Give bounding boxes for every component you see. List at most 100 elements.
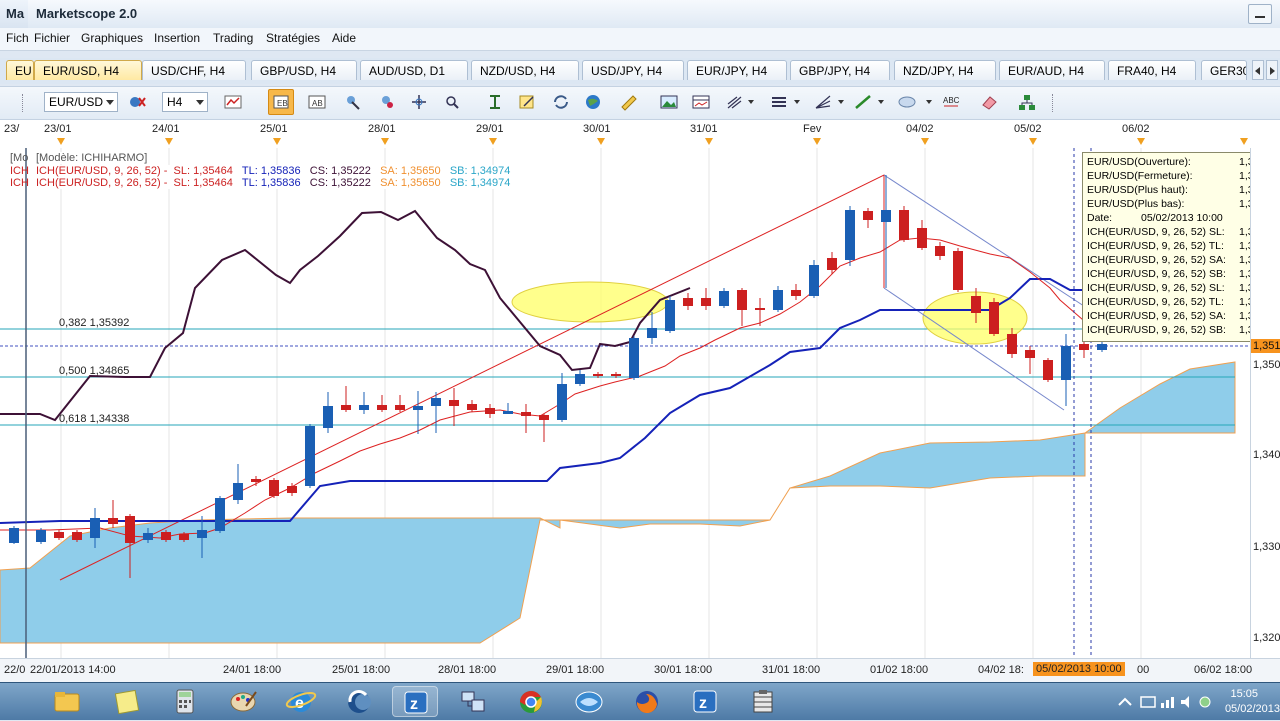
taskbar-app-network[interactable]	[450, 686, 496, 717]
tab-euraud-h4[interactable]: EUR/AUD, H4	[999, 60, 1105, 80]
candle-body[interactable]	[233, 483, 243, 500]
candle-body[interactable]	[125, 516, 135, 543]
candle-body[interactable]	[935, 246, 945, 256]
tab-usdjpy-h4[interactable]: USD/JPY, H4	[582, 60, 684, 80]
text-tool-button[interactable]: ABC	[940, 92, 962, 112]
image-button[interactable]	[658, 92, 680, 112]
candle-body[interactable]	[683, 298, 693, 306]
candle-body[interactable]	[287, 486, 297, 493]
menu-graphiques[interactable]: Graphiques	[81, 31, 143, 45]
candle-body[interactable]	[539, 415, 549, 420]
candle-body[interactable]	[863, 211, 873, 220]
candle-body[interactable]	[971, 296, 981, 313]
candle-body[interactable]	[323, 406, 333, 428]
tab-scroll-right-button[interactable]	[1266, 60, 1278, 80]
taskbar-calculator[interactable]	[162, 686, 208, 717]
taskbar-marketscope[interactable]: z	[392, 686, 438, 717]
candle-body[interactable]	[989, 302, 999, 334]
level-tool-button[interactable]	[484, 92, 506, 112]
clock-time[interactable]: 15:05	[1230, 688, 1258, 700]
menu-strategies[interactable]: Stratégies	[266, 31, 320, 45]
tab-eurjpy-h4[interactable]: EUR/JPY, H4	[687, 60, 787, 80]
menu-trading[interactable]: Trading	[213, 31, 253, 45]
signals-button[interactable]	[376, 92, 398, 112]
candle-body[interactable]	[1079, 344, 1089, 350]
candle-body[interactable]	[701, 298, 711, 306]
trendline-button[interactable]	[852, 92, 874, 112]
eraser-button[interactable]	[978, 92, 1000, 112]
tab-background-eur[interactable]: EU	[6, 60, 34, 80]
candle-body[interactable]	[521, 412, 531, 416]
candle-body[interactable]	[899, 210, 909, 240]
candle-body[interactable]	[827, 258, 837, 270]
candle-body[interactable]	[503, 411, 513, 414]
candle-body[interactable]	[1061, 346, 1071, 380]
lines-button[interactable]	[768, 92, 790, 112]
taskbar-app-archive[interactable]	[740, 686, 786, 717]
candle-body[interactable]	[737, 290, 747, 310]
candle-body[interactable]	[251, 479, 261, 482]
taskbar-app-link[interactable]	[566, 686, 612, 717]
candle-body[interactable]	[1043, 360, 1053, 380]
chevron-down-icon[interactable]	[838, 100, 844, 104]
candle-body[interactable]	[575, 374, 585, 384]
refresh-button[interactable]	[550, 92, 572, 112]
system-tray[interactable]	[1115, 691, 1215, 713]
zoom-button[interactable]	[440, 92, 462, 112]
bars-mode-button[interactable]: AB	[306, 92, 328, 112]
tab-nzdusd-h4[interactable]: NZD/USD, H4	[471, 60, 579, 80]
tab-fra40-h4[interactable]: FRA40, H4	[1108, 60, 1196, 80]
candle-body[interactable]	[953, 251, 963, 290]
candle-body[interactable]	[593, 374, 603, 376]
candle-body[interactable]	[1025, 350, 1035, 358]
menu-fichier[interactable]: Fichier	[34, 31, 70, 45]
crosshair-button[interactable]	[408, 92, 430, 112]
candle-body[interactable]	[629, 338, 639, 378]
drawing-tools-button[interactable]	[724, 92, 746, 112]
candle-body[interactable]	[108, 518, 118, 524]
candle-body[interactable]	[449, 400, 459, 406]
annotation-button[interactable]	[516, 92, 538, 112]
ruler-button[interactable]	[618, 92, 640, 112]
taskbar-notes[interactable]	[104, 686, 150, 717]
candle-body[interactable]	[90, 518, 100, 538]
chevron-down-icon[interactable]	[878, 100, 884, 104]
candle-body[interactable]	[215, 498, 225, 531]
candle-body[interactable]	[305, 426, 315, 486]
tab-scroll-left-button[interactable]	[1252, 60, 1264, 80]
chart-canvas[interactable]: 0,382 1,35392 0,500 1,34865 0,618 1,3433…	[0, 148, 1250, 658]
chevron-down-icon[interactable]	[926, 100, 932, 104]
candle-body[interactable]	[1007, 334, 1017, 354]
candle-body[interactable]	[431, 398, 441, 406]
candle-body[interactable]	[755, 308, 765, 310]
candle-body[interactable]	[341, 405, 351, 410]
symbol-filter-button[interactable]	[126, 92, 148, 112]
tab-nzdjpy-h4[interactable]: NZD/JPY, H4	[894, 60, 996, 80]
candle-body[interactable]	[161, 532, 171, 540]
candle-body[interactable]	[809, 265, 819, 296]
price-chart[interactable]: 0,382 1,35392 0,500 1,34865 0,618 1,3433…	[0, 148, 1250, 658]
menu-fichier-background[interactable]: Fich	[6, 31, 29, 45]
candle-body[interactable]	[72, 532, 82, 540]
taskbar-paint[interactable]	[220, 686, 266, 717]
candle-body[interactable]	[467, 404, 477, 410]
tab-eurusd-h4[interactable]: EUR/USD, H4	[34, 60, 142, 80]
tab-usdchf-h4[interactable]: USD/CHF, H4	[142, 60, 246, 80]
clock-date[interactable]: 05/02/2013	[1225, 703, 1280, 715]
candle-body[interactable]	[413, 406, 423, 410]
candle-body[interactable]	[611, 374, 621, 376]
candles-mode-button[interactable]: EB	[268, 89, 294, 115]
taskbar-internet-explorer[interactable]: e	[278, 686, 324, 717]
taskbar-marketscope-2[interactable]: z	[682, 686, 728, 717]
taskbar-explorer[interactable]	[44, 686, 90, 717]
tab-gbpusd-h4[interactable]: GBP/USD, H4	[251, 60, 357, 80]
indicator-button[interactable]	[342, 92, 364, 112]
candle-body[interactable]	[377, 405, 387, 410]
candle-body[interactable]	[719, 291, 729, 306]
candle-body[interactable]	[881, 210, 891, 222]
menu-aide[interactable]: Aide	[332, 31, 356, 45]
tab-ger30[interactable]: GER30	[1201, 60, 1247, 80]
candle-body[interactable]	[9, 528, 19, 543]
taskbar-chrome[interactable]	[508, 686, 554, 717]
candle-body[interactable]	[36, 530, 46, 542]
